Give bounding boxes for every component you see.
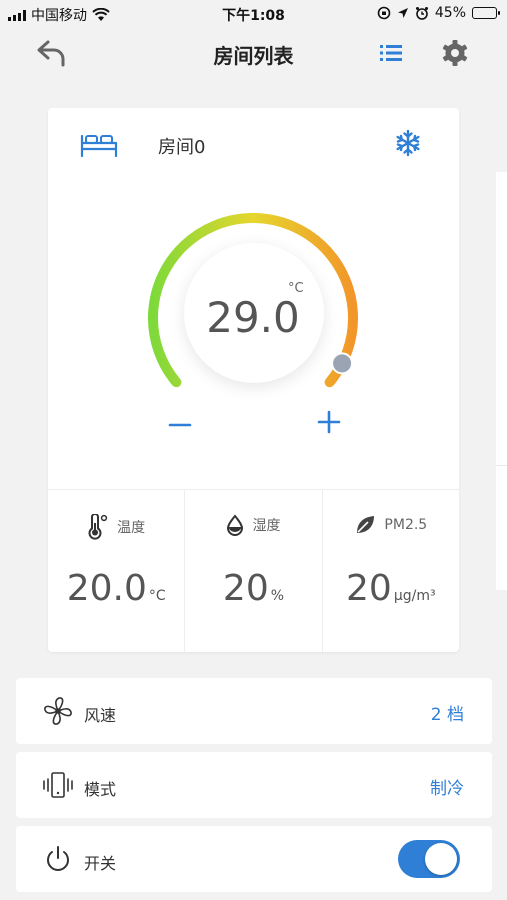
temperature-value: 29.0 xyxy=(206,293,300,342)
next-room-card-peek[interactable] xyxy=(496,172,507,590)
decrease-temperature-button[interactable] xyxy=(168,413,192,437)
mode-label: 模式 xyxy=(84,780,117,799)
stat-unit: % xyxy=(270,588,285,604)
mode-value[interactable]: 制冷 xyxy=(430,774,464,799)
bed-icon xyxy=(80,134,118,158)
snowflake-icon[interactable] xyxy=(393,128,423,158)
battery-percent: 45% xyxy=(434,5,466,21)
temperature-unit: °C xyxy=(288,281,304,296)
nav-bar: 房间列表 xyxy=(0,28,507,78)
list-icon[interactable] xyxy=(378,40,404,66)
thermometer-icon xyxy=(88,514,108,540)
stat-value: 20 xyxy=(222,568,269,609)
room-card: 房间0 29.0 °C 温度 20.0 °C 湿度 20 % PM2.5 20 … xyxy=(48,108,459,652)
alarm-icon xyxy=(415,7,428,20)
power-toggle[interactable] xyxy=(398,840,460,878)
stat-value: 20.0 xyxy=(66,568,147,609)
fan-speed-row[interactable]: 风速 2 档 xyxy=(16,678,492,744)
battery-icon xyxy=(472,7,500,19)
increase-temperature-button[interactable] xyxy=(316,409,342,435)
stat-unit: μg/m³ xyxy=(393,588,436,604)
status-bar: 中国移动 下午1:08 45% xyxy=(0,0,507,28)
location-icon xyxy=(397,8,408,18)
stat-unit: °C xyxy=(148,588,166,604)
stat-temperature: 温度 20.0 °C xyxy=(48,490,186,652)
status-right: 45% xyxy=(377,5,500,21)
vibrate-phone-icon xyxy=(43,772,73,798)
fan-speed-value[interactable]: 2 档 xyxy=(431,700,464,725)
dial-knob[interactable] xyxy=(331,352,354,375)
fan-icon xyxy=(44,697,72,725)
sensor-stats: 温度 20.0 °C 湿度 20% PM2.5 20 μg/m³ xyxy=(48,489,459,652)
stat-label: 湿度 xyxy=(252,518,281,534)
power-label: 开关 xyxy=(84,854,117,873)
stat-humidity: 湿度 20% xyxy=(185,490,323,652)
leaf-icon xyxy=(357,516,375,533)
stat-value: 20 xyxy=(346,568,392,609)
power-icon xyxy=(47,846,69,871)
rotation-lock-icon xyxy=(377,6,391,20)
temperature-dial[interactable]: 29.0 °C xyxy=(143,208,363,398)
room-name: 房间0 xyxy=(158,137,206,158)
toggle-knob xyxy=(425,843,457,875)
stat-pm25: PM2.5 20 μg/m³ xyxy=(323,490,459,652)
stat-label: 温度 xyxy=(117,520,146,536)
page-title: 房间列表 xyxy=(213,44,294,68)
mode-row[interactable]: 模式 制冷 xyxy=(16,752,492,818)
gear-icon[interactable] xyxy=(440,38,470,68)
stat-label: PM2.5 xyxy=(384,517,428,533)
power-row: 开关 xyxy=(16,826,492,892)
water-drop-icon xyxy=(227,514,244,536)
fan-speed-label: 风速 xyxy=(84,706,117,725)
